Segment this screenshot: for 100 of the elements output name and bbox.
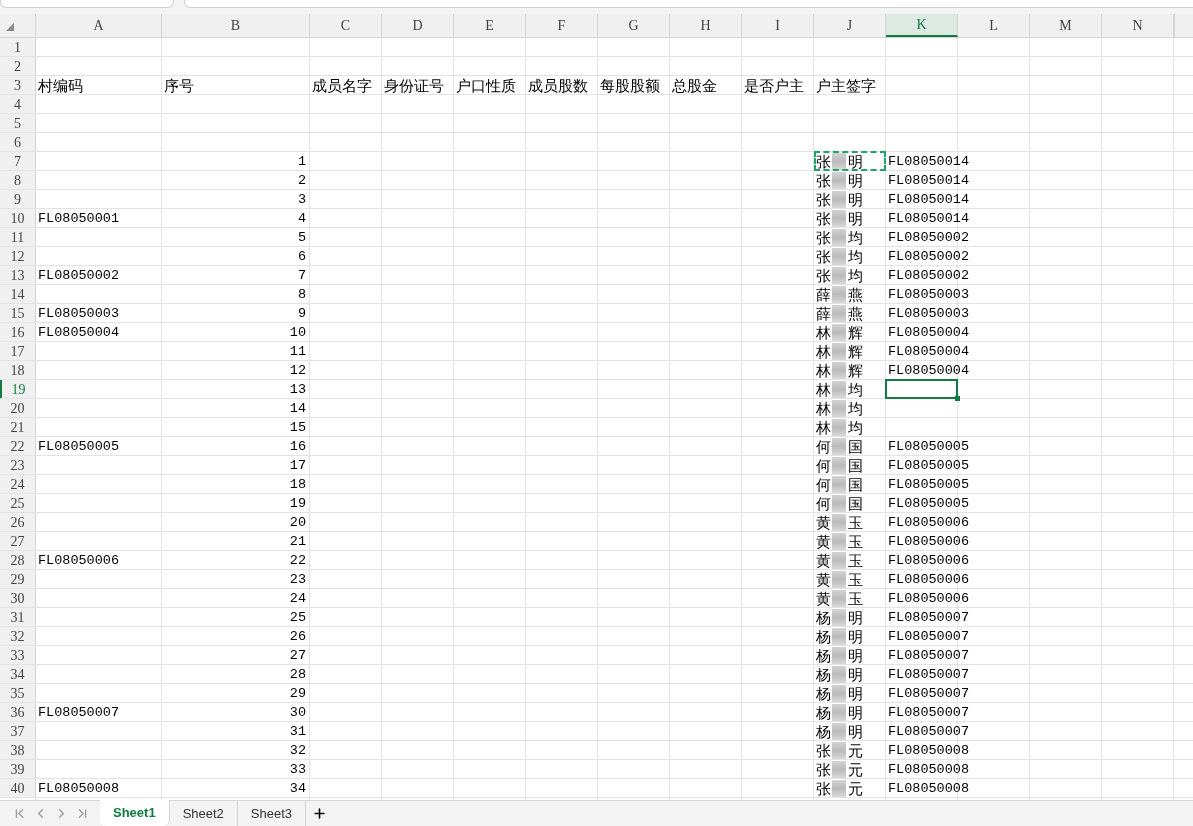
row-header[interactable]: 2 [0,57,36,75]
name-first-char: 杨 [816,628,831,645]
row-header[interactable]: 6 [0,133,36,151]
serial-number: 17 [289,457,306,474]
sheet-tab[interactable]: Sheet2 [169,801,238,826]
row-header[interactable]: 15 [0,304,36,322]
row-header[interactable]: 26 [0,513,36,531]
row-header[interactable]: 34 [0,665,36,683]
serial-number: 21 [289,533,306,550]
row-header[interactable]: 19 [0,380,36,398]
name-first-char: 杨 [816,685,831,702]
column-header[interactable]: D [382,14,454,37]
row-header[interactable]: 7 [0,152,36,170]
name-first-char: 张 [816,210,831,227]
column-header[interactable]: F [526,14,598,37]
row-header[interactable]: 8 [0,171,36,189]
row-header[interactable]: 16 [0,323,36,341]
column-header[interactable]: E [454,14,526,37]
name-last-char: 辉 [848,362,863,379]
column-header[interactable]: A [36,14,162,37]
row-header[interactable]: 18 [0,361,36,379]
column-header[interactable]: B [162,14,310,37]
row-header[interactable]: 1 [0,38,36,56]
row-header[interactable]: 3 [0,76,36,94]
row-header[interactable]: 22 [0,437,36,455]
row-header[interactable]: 4 [0,95,36,113]
village-code: FL08050014 [888,153,969,170]
name-last-char: 燕 [848,305,863,322]
column-header[interactable]: H [670,14,742,37]
cell-cursor[interactable] [885,379,958,399]
village-code: FL08050007 [888,609,969,626]
row-header[interactable]: 37 [0,722,36,740]
row-header[interactable]: 10 [0,209,36,227]
row-header[interactable]: 39 [0,760,36,778]
row-header[interactable]: 35 [0,684,36,702]
column-header[interactable]: L [958,14,1030,37]
redaction-blur [832,685,846,702]
row-header[interactable]: 11 [0,228,36,246]
serial-number: 6 [297,248,306,265]
serial-number: 10 [289,324,306,341]
row-header[interactable]: 32 [0,627,36,645]
row-header[interactable]: 5 [0,114,36,132]
sheet-tab[interactable]: Sheet1 [100,800,170,826]
column-header[interactable]: N [1102,14,1174,37]
name-last-char: 均 [848,248,863,265]
name-first-char: 黄 [816,514,831,531]
name-last-char: 燕 [848,286,863,303]
formula-bar[interactable] [184,0,1193,8]
serial-number: 32 [289,742,306,759]
header-label: 村编码 [38,77,83,94]
column-header[interactable]: C [310,14,382,37]
column-header[interactable]: M [1030,14,1102,37]
row-header[interactable]: 36 [0,703,36,721]
row-header[interactable]: 21 [0,418,36,436]
serial-number: 27 [289,647,306,664]
column-header[interactable]: G [598,14,670,37]
row-header[interactable]: 25 [0,494,36,512]
village-code: FL08050008 [38,780,119,797]
name-box[interactable] [0,0,174,8]
row-header[interactable]: 9 [0,190,36,208]
header-label: 户口性质 [456,77,516,94]
redaction-blur [832,343,846,360]
row-header[interactable]: 38 [0,741,36,759]
row-header[interactable]: 14 [0,285,36,303]
serial-number: 25 [289,609,306,626]
header-label: 每股股额 [600,77,660,94]
village-code: FL08050001 [38,210,119,227]
row-header[interactable]: 29 [0,570,36,588]
row-header[interactable]: 24 [0,475,36,493]
redaction-blur [832,210,846,227]
row-header[interactable]: 12 [0,247,36,265]
redaction-blur [832,457,846,474]
row-header[interactable]: 30 [0,589,36,607]
row-header[interactable]: 27 [0,532,36,550]
select-all-icon[interactable] [6,23,14,31]
row-header[interactable]: 40 [0,779,36,797]
row-header[interactable]: 28 [0,551,36,569]
name-last-char: 国 [848,457,863,474]
name-last-char: 均 [848,267,863,284]
name-last-char: 辉 [848,343,863,360]
sheet-tab[interactable]: Sheet3 [237,801,307,826]
redaction-blur [832,780,846,797]
row-header[interactable]: 23 [0,456,36,474]
row-header[interactable]: 33 [0,646,36,664]
redaction-blur [832,704,846,721]
name-last-char: 国 [848,438,863,455]
row-header[interactable]: 17 [0,342,36,360]
redaction-blur [832,191,846,208]
column-header[interactable]: I [742,14,814,37]
name-first-char: 张 [816,267,831,284]
serial-number: 30 [289,704,306,721]
name-first-char: 林 [816,400,831,417]
row-header[interactable]: 20 [0,399,36,417]
header-label: 成员名字 [312,77,372,94]
row-header[interactable]: 13 [0,266,36,284]
column-header[interactable]: K [886,14,958,37]
name-last-char: 元 [848,761,863,778]
row-header[interactable]: 31 [0,608,36,626]
redaction-blur [832,248,846,265]
add-sheet-icon[interactable] [312,806,328,821]
